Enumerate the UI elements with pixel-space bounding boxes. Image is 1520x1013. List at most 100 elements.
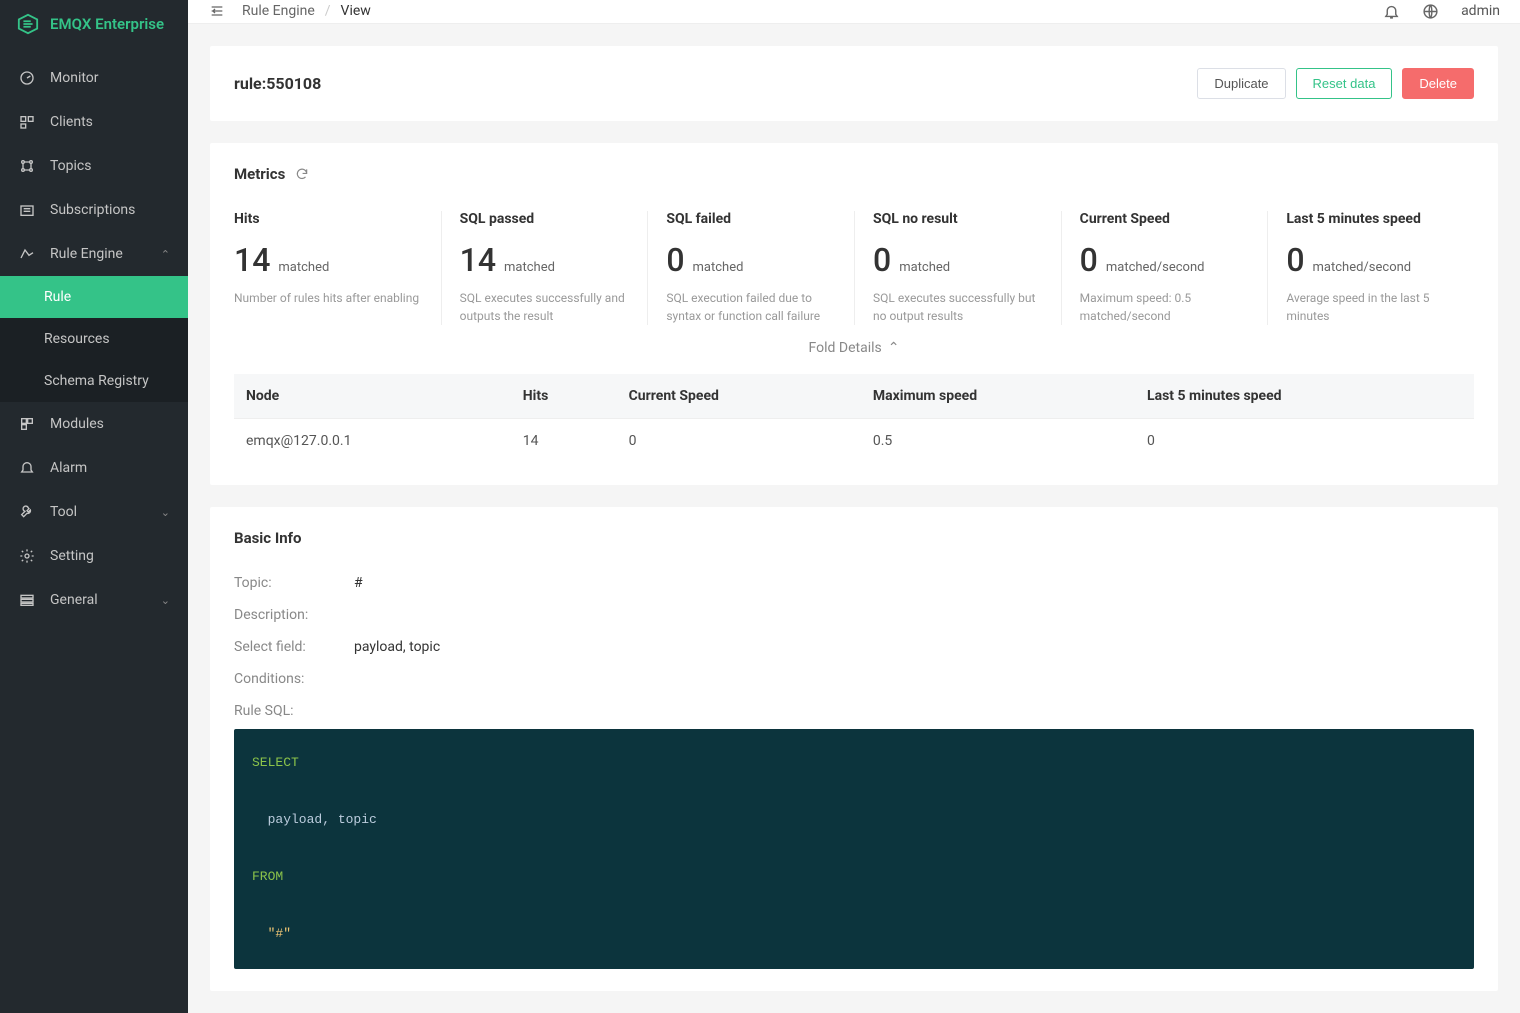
info-label: Select field: bbox=[234, 639, 324, 655]
main-region: Rule Engine / View admin rule:550108 Du bbox=[188, 0, 1520, 1013]
sidebar-subitem-rule[interactable]: Rule bbox=[0, 276, 188, 318]
tool-icon bbox=[18, 503, 36, 521]
metrics-grid: Hits 14matched Number of rules hits afte… bbox=[234, 211, 1474, 325]
cell-hits: 14 bbox=[511, 418, 617, 463]
metric-current-speed: Current Speed 0 matched/second Maximum sp… bbox=[1061, 211, 1268, 325]
metric-desc: Average speed in the last 5 minutes bbox=[1286, 289, 1456, 325]
topbar: Rule Engine / View admin bbox=[188, 0, 1520, 24]
sidebar-item-subscriptions[interactable]: Subscriptions bbox=[0, 188, 188, 232]
th-max-speed: Maximum speed bbox=[861, 374, 1135, 419]
breadcrumb-separator: / bbox=[325, 3, 331, 19]
sidebar-subitem-schema-registry[interactable]: Schema Registry bbox=[0, 360, 188, 402]
metric-value: 14 bbox=[460, 241, 496, 279]
brand-icon bbox=[16, 12, 40, 36]
th-current-speed: Current Speed bbox=[617, 374, 861, 419]
sidebar-item-tool[interactable]: Tool ⌄ bbox=[0, 490, 188, 534]
sidebar-item-monitor[interactable]: Monitor bbox=[0, 56, 188, 100]
cell-last5-speed: 0 bbox=[1135, 418, 1474, 463]
info-row-topic: Topic: # bbox=[234, 575, 1474, 591]
sidebar-item-general[interactable]: General ⌄ bbox=[0, 578, 188, 622]
sidebar-item-label: Alarm bbox=[50, 460, 87, 476]
sidebar-item-label: Topics bbox=[50, 158, 91, 174]
cell-node: emqx@127.0.0.1 bbox=[234, 418, 511, 463]
metric-unit: matched/second bbox=[1106, 260, 1205, 275]
sidebar-item-label: Tool bbox=[50, 504, 77, 520]
modules-icon bbox=[18, 415, 36, 433]
sidebar-nav: Monitor Clients Topics Subscriptions Rul… bbox=[0, 48, 188, 622]
sql-fields: payload, topic bbox=[252, 812, 377, 827]
metric-unit: matched bbox=[278, 260, 329, 275]
user-menu[interactable]: admin bbox=[1461, 3, 1500, 19]
metric-label: SQL no result bbox=[873, 211, 1043, 227]
brand-text: EMQX Enterprise bbox=[50, 15, 164, 33]
rule-header-card: rule:550108 Duplicate Reset data Delete bbox=[210, 46, 1498, 121]
metric-desc: Number of rules hits after enabling bbox=[234, 289, 423, 307]
table-row: emqx@127.0.0.1 14 0 0.5 0 bbox=[234, 418, 1474, 463]
metric-value: 0 bbox=[1286, 241, 1304, 279]
th-last5-speed: Last 5 minutes speed bbox=[1135, 374, 1474, 419]
metric-desc: Maximum speed: 0.5 matched/second bbox=[1080, 289, 1250, 325]
metric-label: Current Speed bbox=[1080, 211, 1250, 227]
cell-current-speed: 0 bbox=[617, 418, 861, 463]
basic-info-card: Basic Info Topic: # Description: Select … bbox=[210, 507, 1498, 991]
metric-label: SQL failed bbox=[666, 211, 836, 227]
sidebar-toggle-button[interactable] bbox=[208, 3, 226, 19]
sidebar-item-label: Modules bbox=[50, 416, 104, 432]
sidebar-subitem-resources[interactable]: Resources bbox=[0, 318, 188, 360]
info-label: Rule SQL: bbox=[234, 703, 324, 719]
sql-keyword-from: FROM bbox=[252, 869, 283, 884]
general-icon bbox=[18, 591, 36, 609]
globe-icon[interactable] bbox=[1422, 3, 1439, 20]
info-label: Conditions: bbox=[234, 671, 324, 687]
basic-info-title: Basic Info bbox=[234, 529, 1474, 547]
sidebar-item-label: Rule Engine bbox=[50, 246, 123, 262]
reset-data-button[interactable]: Reset data bbox=[1296, 68, 1393, 99]
metric-sql-passed: SQL passed 14matched SQL executes succes… bbox=[441, 211, 648, 325]
info-value: # bbox=[354, 575, 363, 591]
info-label: Description: bbox=[234, 607, 324, 623]
metric-unit: matched bbox=[693, 260, 744, 275]
metric-value: 0 bbox=[873, 241, 891, 279]
metric-label: Last 5 minutes speed bbox=[1286, 211, 1456, 227]
info-row-sql-label: Rule SQL: bbox=[234, 703, 1474, 719]
fold-details-label: Fold Details bbox=[809, 340, 882, 356]
topics-icon bbox=[18, 157, 36, 175]
metric-hits: Hits 14matched Number of rules hits afte… bbox=[234, 211, 441, 325]
metric-desc: SQL executes successfully but no output … bbox=[873, 289, 1043, 325]
metric-unit: matched/second bbox=[1313, 260, 1412, 275]
subscriptions-icon bbox=[18, 201, 36, 219]
metric-value: 14 bbox=[234, 241, 270, 279]
metric-desc: SQL execution failed due to syntax or fu… bbox=[666, 289, 836, 325]
monitor-icon bbox=[18, 69, 36, 87]
bell-icon[interactable] bbox=[1383, 3, 1400, 20]
metrics-card: Metrics Hits 14matched Number of rules h… bbox=[210, 143, 1498, 485]
breadcrumb-current: View bbox=[341, 3, 371, 19]
duplicate-button[interactable]: Duplicate bbox=[1197, 68, 1285, 99]
metric-sql-no-result: SQL no result 0 matched SQL executes succ… bbox=[854, 211, 1061, 325]
sidebar-item-label: Subscriptions bbox=[50, 202, 135, 218]
info-row-select-field: Select field: payload, topic bbox=[234, 639, 1474, 655]
sidebar-item-clients[interactable]: Clients bbox=[0, 100, 188, 144]
metric-last5-speed: Last 5 minutes speed 0 matched/second Ave… bbox=[1267, 211, 1474, 325]
chevron-down-icon: ⌄ bbox=[161, 594, 170, 607]
fold-details-button[interactable]: Fold Details ⌃ bbox=[809, 340, 900, 356]
delete-button[interactable]: Delete bbox=[1402, 68, 1474, 99]
metric-value: 0 bbox=[1080, 241, 1098, 279]
sidebar-item-alarm[interactable]: Alarm bbox=[0, 446, 188, 490]
sidebar-item-setting[interactable]: Setting bbox=[0, 534, 188, 578]
rule-engine-submenu: Rule Resources Schema Registry bbox=[0, 276, 188, 402]
sidebar-item-rule-engine[interactable]: Rule Engine ⌃ bbox=[0, 232, 188, 276]
breadcrumb-link[interactable]: Rule Engine bbox=[242, 3, 315, 19]
metric-unit: matched bbox=[899, 260, 950, 275]
cell-max-speed: 0.5 bbox=[861, 418, 1135, 463]
rule-sql-code: SELECT payload, topic FROM "#" bbox=[234, 729, 1474, 969]
sidebar-item-modules[interactable]: Modules bbox=[0, 402, 188, 446]
metric-sql-failed: SQL failed 0matched SQL execution failed… bbox=[647, 211, 854, 325]
sidebar-item-topics[interactable]: Topics bbox=[0, 144, 188, 188]
chevron-up-icon: ⌃ bbox=[161, 248, 170, 261]
refresh-icon[interactable] bbox=[295, 167, 309, 181]
brand-logo[interactable]: EMQX Enterprise bbox=[0, 0, 188, 48]
node-table: Node Hits Current Speed Maximum speed La… bbox=[234, 374, 1474, 463]
rule-engine-icon bbox=[18, 245, 36, 263]
sidebar-item-label: Monitor bbox=[50, 70, 99, 86]
